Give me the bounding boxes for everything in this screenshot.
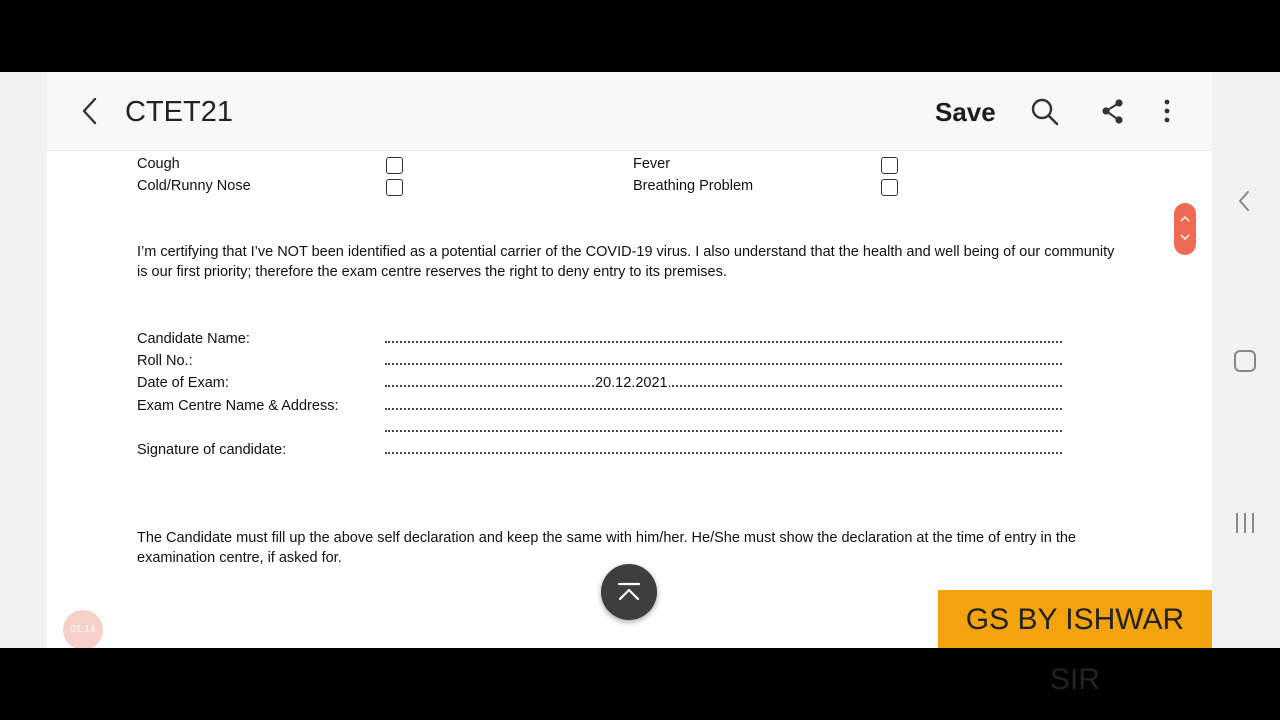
search-icon[interactable] bbox=[1029, 96, 1061, 128]
date-of-exam-value: 20.12.2021 bbox=[594, 373, 669, 393]
app-bar: CTET21 Save bbox=[47, 72, 1212, 151]
signature-line[interactable] bbox=[385, 442, 1062, 454]
document-viewer: CTET21 Save Cough Cold/Runny Nose Fever … bbox=[47, 72, 1212, 648]
certification-text: I’m certifying that I’ve NOT been identi… bbox=[137, 244, 1115, 280]
symptom-label-fever: Fever bbox=[633, 156, 671, 172]
field-label-date-of-exam: Date of Exam: bbox=[137, 375, 229, 391]
back-arrow-icon[interactable] bbox=[75, 95, 107, 127]
symptom-label-cough: Cough bbox=[137, 156, 180, 172]
nav-home-icon[interactable] bbox=[1232, 348, 1258, 374]
declaration-note: The Candidate must fill up the above sel… bbox=[137, 530, 1076, 566]
exam-centre-line-1[interactable] bbox=[385, 398, 1062, 410]
share-icon[interactable] bbox=[1097, 96, 1129, 128]
scroll-handle[interactable] bbox=[1174, 203, 1196, 255]
chevron-down-icon bbox=[1180, 234, 1190, 241]
scroll-to-top-button[interactable] bbox=[601, 564, 657, 620]
cold-checkbox[interactable] bbox=[386, 179, 403, 196]
symptom-label-breathing: Breathing Problem bbox=[633, 178, 754, 194]
date-of-exam-line[interactable] bbox=[385, 375, 1062, 387]
channel-watermark: GS BY ISHWAR SIR bbox=[938, 590, 1212, 696]
screen: CTET21 Save Cough Cold/Runny Nose Fever … bbox=[0, 72, 1280, 648]
nav-recent-apps-icon[interactable] bbox=[1232, 510, 1258, 536]
scroll-top-icon bbox=[617, 582, 641, 601]
timer-badge: 01:14 bbox=[63, 610, 103, 648]
nav-back-icon[interactable] bbox=[1232, 188, 1258, 214]
field-label-candidate-name: Candidate Name: bbox=[137, 331, 250, 347]
chevron-up-icon bbox=[1180, 215, 1190, 222]
symptom-label-cold: Cold/Runny Nose bbox=[137, 178, 251, 194]
more-vert-icon[interactable] bbox=[1151, 96, 1183, 128]
field-label-exam-centre: Exam Centre Name & Address: bbox=[137, 398, 339, 414]
cough-checkbox[interactable] bbox=[386, 157, 403, 174]
breathing-checkbox[interactable] bbox=[881, 179, 898, 196]
save-button[interactable]: Save bbox=[935, 94, 996, 130]
field-label-signature: Signature of candidate: bbox=[137, 442, 287, 458]
fever-checkbox[interactable] bbox=[881, 157, 898, 174]
candidate-name-line[interactable] bbox=[385, 331, 1062, 343]
exam-centre-line-2[interactable] bbox=[385, 420, 1062, 432]
page-title: CTET21 bbox=[125, 96, 233, 128]
field-label-roll-no: Roll No.: bbox=[137, 353, 193, 369]
roll-no-line[interactable] bbox=[385, 353, 1062, 365]
